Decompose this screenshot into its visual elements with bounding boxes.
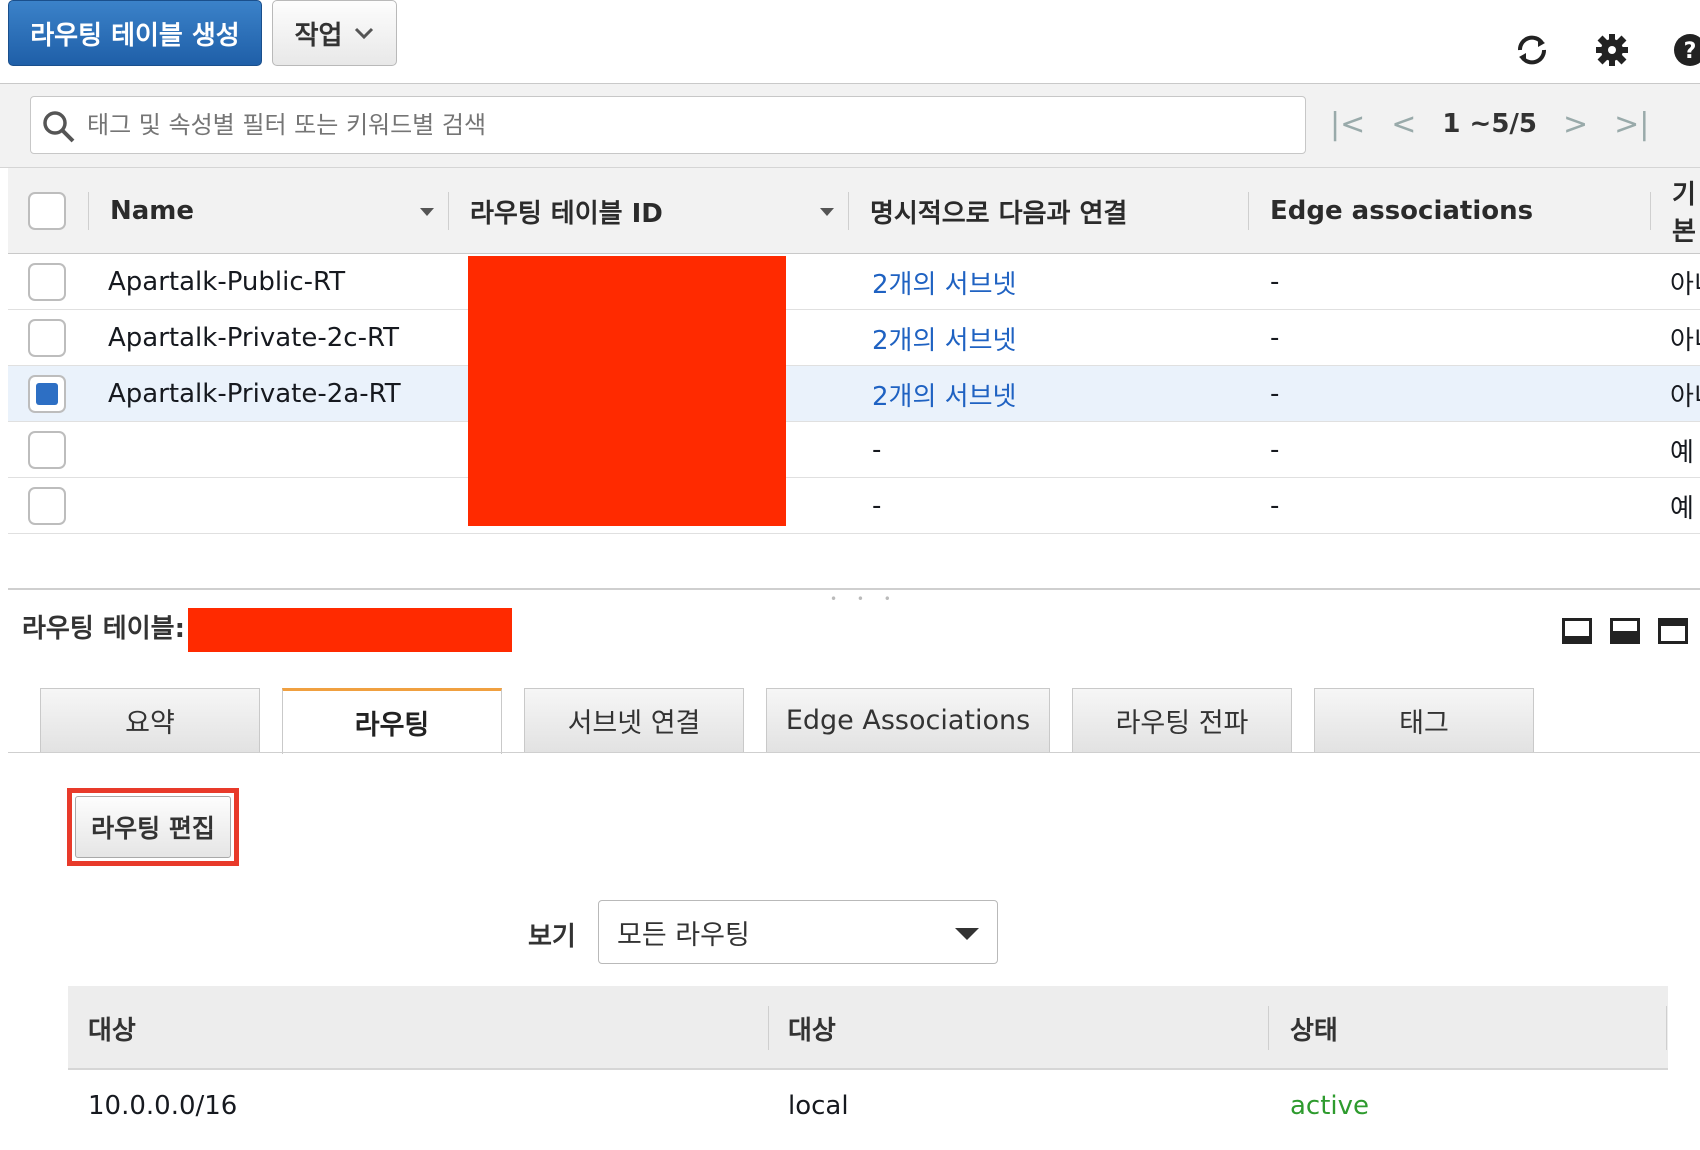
tab-edge-associations[interactable]: Edge Associations [766, 688, 1050, 752]
column-route-table-id[interactable]: 라우팅 테이블 ID [470, 168, 663, 254]
chevron-down-icon [355, 27, 374, 40]
column-main[interactable]: 기본 [1672, 168, 1700, 254]
table-row[interactable]: - - 예 [8, 422, 1700, 478]
row-edge: - [1270, 379, 1280, 409]
row-subnets-link[interactable]: 2개의 서브넷 [872, 254, 1016, 310]
svg-text:?: ? [1684, 39, 1697, 64]
row-subnets-link[interactable]: 2개의 서브넷 [872, 310, 1016, 366]
actions-label: 작업 [294, 20, 343, 51]
row-main: 예 [1670, 437, 1694, 468]
tabs-baseline [8, 752, 1700, 753]
next-page-icon[interactable]: > [1563, 107, 1588, 142]
tab-subnet-associations[interactable]: 서브넷 연결 [524, 688, 744, 752]
search-icon [43, 111, 75, 143]
row-checkbox[interactable] [28, 487, 66, 525]
column-explicit-associations[interactable]: 명시적으로 다음과 연결 [870, 168, 1127, 254]
search-input[interactable] [87, 97, 1287, 153]
row-main: 예 [1670, 493, 1694, 524]
column-name[interactable]: Name [110, 168, 194, 254]
panel-large-icon[interactable] [1658, 618, 1688, 644]
tab-routes[interactable]: 라우팅 [282, 688, 502, 754]
column-status[interactable]: 상태 [1290, 986, 1338, 1070]
column-destination[interactable]: 대상 [88, 986, 136, 1070]
panel-splitter[interactable] [8, 588, 1700, 590]
tab-summary[interactable]: 요약 [40, 688, 260, 752]
tab-tags[interactable]: 태그 [1314, 688, 1534, 752]
create-route-table-button[interactable]: 라우팅 테이블 생성 [8, 0, 262, 66]
last-page-icon[interactable]: >| [1614, 107, 1649, 142]
route-target: local [788, 1091, 849, 1121]
table-row[interactable]: Apartalk-Private-2c-RT 2개의 서브넷 - 아니 [8, 310, 1700, 366]
row-main: 아니 [1670, 325, 1700, 356]
gear-icon[interactable] [1592, 30, 1632, 70]
row-explicit: - [872, 491, 882, 521]
panel-small-icon[interactable] [1562, 618, 1592, 644]
column-edge-associations[interactable]: Edge associations [1270, 168, 1533, 254]
row-checkbox[interactable] [28, 263, 66, 301]
row-explicit: - [872, 435, 882, 465]
routes-table-header: 대상 대상 상태 [68, 986, 1668, 1070]
row-name: Apartalk-Private-2c-RT [108, 323, 400, 353]
view-select[interactable]: 모든 라우팅 [598, 900, 998, 964]
refresh-icon[interactable] [1512, 30, 1552, 70]
view-label: 보기 [528, 922, 576, 952]
help-icon[interactable]: ? [1670, 30, 1700, 70]
table-row[interactable]: Apartalk-Public-RT 2개의 서브넷 - 아니 [8, 254, 1700, 310]
sort-id-icon[interactable] [820, 208, 834, 216]
row-main: 아니 [1670, 381, 1700, 412]
page-range: 1 ~5/5 [1442, 109, 1537, 139]
row-edge: - [1270, 491, 1280, 521]
previous-page-icon[interactable]: < [1391, 107, 1416, 142]
select-all-checkbox[interactable] [28, 192, 66, 230]
top-toolbar: 라우팅 테이블 생성 작업 ? [0, 0, 1700, 84]
row-edge: - [1270, 435, 1280, 465]
view-select-value: 모든 라우팅 [617, 919, 750, 951]
splitter-handle-icon[interactable]: • • • [830, 592, 899, 606]
redacted-route-table-name [188, 608, 512, 652]
caret-down-icon[interactable] [955, 928, 979, 940]
row-edge: - [1270, 323, 1280, 353]
row-checkbox-checked[interactable] [28, 375, 66, 413]
first-page-icon[interactable]: |< [1330, 107, 1365, 142]
edit-routes-button[interactable]: 라우팅 편집 [75, 796, 231, 858]
pagination: |< < 1 ~5/5 > >| [1330, 96, 1649, 152]
row-subnets-link[interactable]: 2개의 서브넷 [872, 366, 1016, 422]
actions-dropdown-button[interactable]: 작업 [272, 0, 397, 66]
table-row-selected[interactable]: Apartalk-Private-2a-RT 2개의 서브넷 - 아니 [8, 366, 1700, 422]
search-box[interactable] [30, 96, 1306, 154]
row-name: Apartalk-Private-2a-RT [108, 379, 401, 409]
row-name: Apartalk-Public-RT [108, 267, 346, 297]
row-checkbox[interactable] [28, 431, 66, 469]
tab-route-propagation[interactable]: 라우팅 전파 [1072, 688, 1292, 752]
route-destination: 10.0.0.0/16 [88, 1091, 238, 1121]
redacted-route-table-ids [468, 256, 786, 526]
table-row[interactable]: - - 예 [8, 478, 1700, 534]
column-target[interactable]: 대상 [788, 986, 836, 1070]
panel-medium-icon[interactable] [1610, 618, 1640, 644]
sort-name-icon[interactable] [420, 208, 434, 216]
row-edge: - [1270, 267, 1280, 297]
row-main: 아니 [1670, 269, 1700, 300]
row-checkbox[interactable] [28, 319, 66, 357]
route-status: active [1290, 1091, 1370, 1121]
filter-bar: |< < 1 ~5/5 > >| [0, 84, 1700, 168]
table-header: Name 라우팅 테이블 ID 명시적으로 다음과 연결 Edge associ… [8, 168, 1700, 254]
detail-title-label: 라우팅 테이블: [22, 614, 185, 644]
